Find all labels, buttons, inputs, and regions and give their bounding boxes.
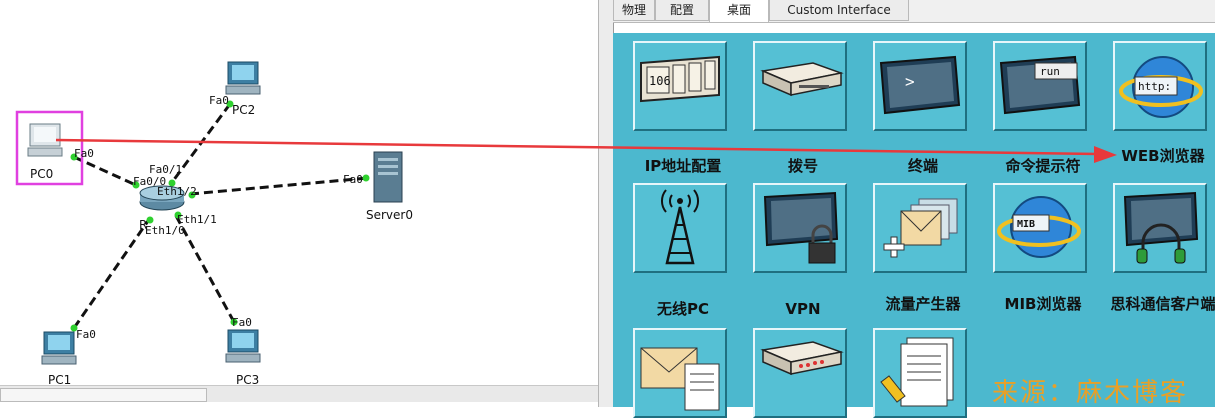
svg-text:http:: http: — [1138, 80, 1171, 93]
topology-canvas[interactable]: PC0 PC2 PC1 PC3 Server0 R Fa0 Fa0 Fa0/1 … — [0, 0, 598, 407]
pc1-device[interactable] — [41, 331, 77, 365]
svg-text:>: > — [905, 72, 915, 91]
tab-custom-interface[interactable]: Custom Interface — [769, 0, 909, 21]
email-icon — [633, 328, 727, 418]
app-dialup[interactable] — [753, 41, 855, 131]
port-label-server-fa0: Fa0 — [343, 173, 363, 186]
mib-browser-icon: MIB — [993, 183, 1087, 273]
app-label-cisco-communicator: 思科通信客户端 — [1110, 295, 1215, 313]
port-label-router-eth10: Eth1/0 — [145, 224, 185, 237]
app-label-web-browser: WEB浏览器 — [1121, 147, 1205, 165]
app-wireless-pc[interactable] — [633, 183, 735, 273]
tab-config[interactable]: 配置 — [655, 0, 709, 21]
link-pc0-router — [73, 155, 139, 188]
web-browser-icon: http: — [1113, 41, 1207, 131]
server0-label: Server0 — [366, 208, 413, 222]
desktop-panel: 106 IP地址配置 拨号 > 终端 run 命令提示符 http: WEB浏览… — [613, 33, 1215, 418]
vpn-lock-icon — [753, 183, 847, 273]
text-editor-icon — [873, 328, 967, 418]
link-router-server — [189, 176, 369, 196]
pc2-label: PC2 — [232, 103, 255, 117]
app-text-editor[interactable] — [873, 328, 975, 418]
svg-text:MIB: MIB — [1017, 219, 1035, 230]
scrollbar-thumb[interactable] — [0, 388, 207, 402]
tab-desktop[interactable]: 桌面 — [709, 0, 769, 22]
modem-icon — [753, 41, 847, 131]
traffic-generator-icon — [873, 183, 967, 273]
pppoe-dialer-icon — [753, 328, 847, 418]
pc0-device[interactable] — [27, 123, 63, 157]
app-pppoe-dialer[interactable] — [753, 328, 855, 418]
ip-config-icon: 106 — [633, 41, 727, 131]
app-command-prompt[interactable]: run — [993, 41, 1095, 131]
device-tab-bar: 物理 配置 桌面 Custom Interface — [613, 0, 1215, 23]
svg-text:106: 106 — [649, 74, 671, 88]
port-label-pc3-fa0: Fa0 — [232, 316, 252, 329]
app-ip-config[interactable]: 106 — [633, 41, 735, 131]
topology-workspace[interactable]: PC0 PC2 PC1 PC3 Server0 R Fa0 Fa0 Fa0/1 … — [0, 0, 598, 407]
port-label-pc1-fa0: Fa0 — [76, 328, 96, 341]
port-label-pc0-fa0: Fa0 — [74, 147, 94, 160]
pc2-device[interactable] — [225, 61, 261, 95]
pc0-label: PC0 — [30, 167, 53, 181]
app-traffic-generator[interactable] — [873, 183, 975, 273]
tab-physical[interactable]: 物理 — [613, 0, 655, 21]
pc3-device[interactable] — [225, 329, 261, 363]
app-vpn[interactable] — [753, 183, 855, 273]
port-label-pc2-fa0: Fa0 — [209, 94, 229, 107]
wireless-tower-icon — [633, 183, 727, 273]
panel-divider[interactable] — [598, 0, 614, 407]
server0-device[interactable] — [373, 151, 403, 203]
app-terminal[interactable]: > — [873, 41, 975, 131]
app-email[interactable] — [633, 328, 735, 418]
horizontal-scrollbar[interactable] — [0, 385, 598, 402]
svg-text:run: run — [1040, 65, 1060, 78]
terminal-icon: > — [873, 41, 967, 131]
port-label-router-eth12: Eth1/2 — [157, 185, 197, 198]
watermark: 来源：麻木博客 — [992, 378, 1189, 408]
app-web-browser[interactable]: http: — [1113, 41, 1215, 131]
command-prompt-icon: run — [993, 41, 1087, 131]
app-cisco-communicator[interactable] — [1113, 183, 1215, 273]
link-pc1-router — [72, 217, 152, 329]
headset-icon — [1113, 183, 1207, 273]
app-mib-browser[interactable]: MIB — [993, 183, 1095, 273]
